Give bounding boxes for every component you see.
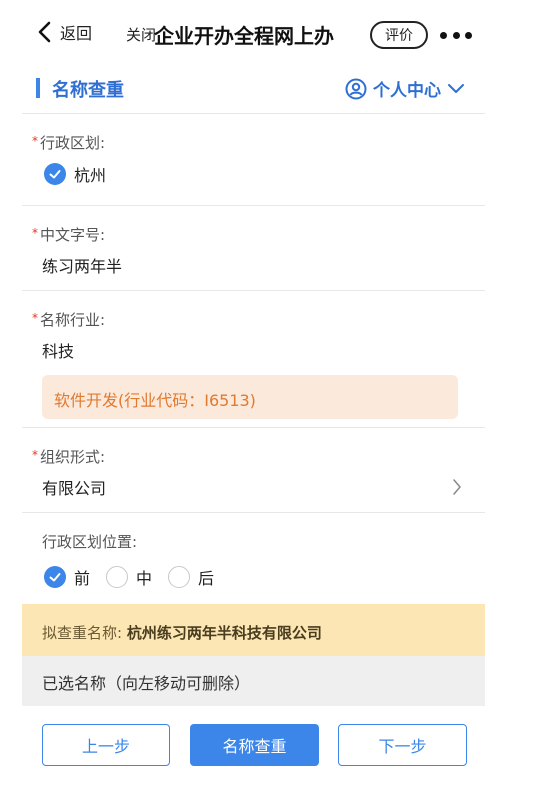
- checkmark-icon: [44, 163, 66, 185]
- rate-button[interactable]: 评价: [370, 21, 428, 49]
- org-form-row[interactable]: * 组织形式: 有限公司: [22, 428, 485, 513]
- radio-back[interactable]: 后: [168, 565, 214, 589]
- user-center-dropdown[interactable]: 个人中心: [345, 76, 465, 101]
- chinese-name-value[interactable]: 练习两年半: [42, 253, 122, 277]
- radio-middle[interactable]: 中: [106, 565, 152, 589]
- industry-label: * 名称行业:: [32, 311, 106, 329]
- radio-back-label: 后: [198, 569, 215, 588]
- more-icon[interactable]: [440, 23, 472, 47]
- org-form-value[interactable]: 有限公司: [42, 475, 106, 499]
- proposed-name: 杭州练习两年半科技有限公司: [126, 624, 322, 642]
- top-nav-bar: 返回 关闭 企业开办全程网上办 评价: [0, 0, 550, 70]
- radio-unchecked-icon: [106, 566, 129, 588]
- close-button[interactable]: 关闭: [126, 24, 156, 45]
- industry-suggestion[interactable]: 软件开发(行业代码：I6513): [42, 375, 458, 419]
- chevron-right-icon: [453, 479, 461, 495]
- industry-value[interactable]: 科技: [42, 338, 74, 362]
- radio-middle-label: 中: [136, 569, 153, 588]
- chinese-name-row[interactable]: * 中文字号: 练习两年半: [22, 206, 485, 291]
- section-header: 名称查重 个人中心: [22, 70, 485, 114]
- region-position-label: 行政区划位置:: [42, 533, 138, 551]
- back-label: 返回: [60, 24, 93, 43]
- region-label: * 行政区划:: [32, 134, 106, 152]
- selected-names-bar: 已选名称（向左移动可删除）: [22, 656, 485, 706]
- radio-unchecked-icon: [168, 566, 191, 588]
- prev-step-button[interactable]: 上一步: [42, 724, 170, 766]
- region-row: * 行政区划: 杭州: [22, 114, 485, 206]
- back-button[interactable]: 返回: [36, 20, 92, 44]
- chevron-down-icon: [448, 83, 464, 93]
- checkmark-icon: [44, 566, 66, 588]
- proposed-name-bar: 拟查重名称: 杭州练习两年半科技有限公司: [22, 604, 485, 656]
- page: 返回 关闭 企业开办全程网上办 评价 名称查重 个人中心 * 行政区划: 杭州 …: [0, 0, 550, 791]
- next-step-button[interactable]: 下一步: [338, 724, 467, 766]
- org-form-label: * 组织形式:: [32, 448, 106, 466]
- region-option[interactable]: 杭州: [44, 162, 106, 186]
- proposed-name-prefix: 拟查重名称:: [42, 624, 127, 642]
- chevron-left-icon: [38, 21, 51, 43]
- region-value: 杭州: [74, 166, 107, 185]
- page-title: 企业开办全程网上办: [154, 24, 334, 48]
- user-circle-icon: [345, 78, 367, 99]
- region-position-radio-group: 前 中 后: [44, 565, 230, 589]
- name-check-button[interactable]: 名称查重: [190, 724, 319, 766]
- section-title: 名称查重: [52, 80, 124, 101]
- radio-front-label: 前: [74, 569, 91, 588]
- header-accent-bar: [36, 78, 40, 98]
- user-center-label: 个人中心: [373, 81, 441, 101]
- chinese-name-label: * 中文字号:: [32, 226, 106, 244]
- region-position-row: 行政区划位置: 前 中 后: [22, 513, 485, 604]
- industry-row[interactable]: * 名称行业: 科技 软件开发(行业代码：I6513): [22, 291, 485, 428]
- radio-front[interactable]: 前: [44, 565, 90, 589]
